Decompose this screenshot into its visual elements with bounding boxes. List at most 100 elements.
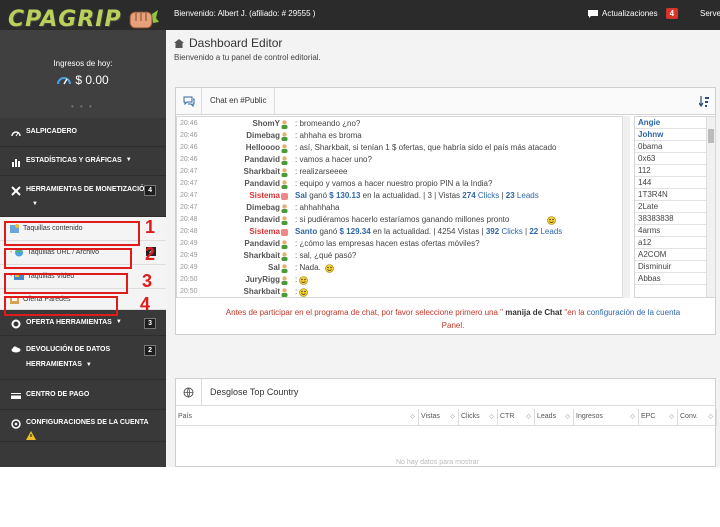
user-list-item[interactable]: 144 [635, 177, 715, 189]
sort-arrows-icon[interactable]: ◇ [489, 409, 494, 425]
user-list-item[interactable]: 0x63 [635, 153, 715, 165]
sort-arrows-icon[interactable]: ◇ [526, 409, 531, 425]
system-fragment: 23 [505, 191, 515, 200]
account-settings-link[interactable]: configuración de la cuenta [587, 308, 680, 317]
message-user[interactable]: ShomY [252, 119, 280, 128]
user-list-item[interactable]: 4arms [635, 225, 715, 237]
message-user[interactable]: Sharkbait [244, 287, 280, 296]
page-subtitle: Bienvenido a tu panel de control editori… [174, 53, 321, 62]
message-text: Sal ganó $ 130.13 en la actualidad. | 3 … [295, 191, 539, 200]
user-list-item[interactable]: 2Late [635, 201, 715, 213]
sort-arrows-icon[interactable]: ◇ [450, 409, 455, 425]
user-avatar-icon [281, 240, 288, 249]
user-list-item[interactable]: Abbas [635, 273, 715, 285]
user-list-item[interactable]: 0bama [635, 141, 715, 153]
user-list-item[interactable]: a12 [635, 237, 715, 249]
chevron-down-icon: ▼ [85, 362, 92, 368]
column-header[interactable]: CTR ◇ [498, 409, 535, 426]
chat-message: 20:48 Sistema Santo ganó $ 129.34 en la ac… [177, 227, 623, 239]
sort-arrows-icon[interactable]: ◇ [410, 409, 415, 425]
column-label: Conv. [680, 413, 698, 420]
message-user[interactable]: Pandavid [244, 215, 280, 224]
sidebar-item-stats[interactable]: ESTADÍSTICAS Y GRÁFICAS ▼ [0, 147, 166, 176]
column-header[interactable]: Clicks ◇ [459, 409, 498, 426]
sidebar-divider-dots: • • • [71, 102, 94, 111]
panel-title: Desglose Top Country [210, 387, 299, 397]
user-list-item[interactable]: Angie [635, 117, 715, 129]
message-text: : vamos a hacer uno? [295, 155, 372, 164]
chat-log-scrollbar[interactable] [622, 116, 630, 298]
sort-arrows-icon[interactable]: ◇ [630, 409, 635, 425]
column-header[interactable]: EPC ◇ [639, 409, 678, 426]
message-user[interactable]: Sharkbait [244, 251, 280, 260]
annotation-box-4 [4, 296, 118, 316]
sidebar-item-account-settings[interactable]: CONFIGURACIONES DE LA CUENTA [0, 410, 166, 442]
message-user[interactable]: Helloooo [246, 143, 280, 152]
updates-button[interactable]: Actualizaciones 4 [588, 8, 679, 19]
sidebar-item-postback[interactable]: DEVOLUCIÓN DE DATOS HERRAMIENTAS ▼ 2 [0, 336, 166, 380]
sort-arrows-icon[interactable]: ◇ [708, 409, 713, 425]
message-user[interactable]: Sharkbait [244, 167, 280, 176]
emoji-icon [299, 276, 308, 285]
system-fragment: $ 129.34 [339, 227, 371, 236]
system-fragment: | [501, 191, 504, 200]
column-label: Leads [537, 413, 557, 420]
user-list-item[interactable]: Johnw [635, 129, 715, 141]
user-list[interactable]: Angie Johnw 0bama 0x63 112 144 1T3R4N 2Late 3838… [634, 116, 716, 298]
message-text: : Nada. [295, 263, 321, 272]
user-avatar-icon [281, 288, 288, 297]
sidebar-item-payment[interactable]: CENTRO DE PAGO [0, 380, 166, 410]
server-menu[interactable]: Server [700, 9, 720, 18]
no-data-text: No hay datos para mostrar [396, 459, 479, 466]
sort-arrows-icon[interactable]: ◇ [669, 409, 674, 425]
tab-chat-public[interactable]: Chat en #Public [202, 88, 276, 114]
message-user[interactable]: Dimebag [246, 203, 280, 212]
emoji-icon [547, 216, 556, 225]
sidebar-item-dashboard[interactable]: SALPICADERO [0, 118, 166, 147]
sidebar-item-monetization[interactable]: HERRAMIENTAS DE MONETIZACIÓN 4 ▼ [0, 176, 166, 217]
chat-header: Chat en #Public [176, 88, 715, 115]
message-time: 20:46 [180, 120, 198, 127]
system-fragment: ganó [319, 227, 338, 236]
message-text: : [295, 287, 298, 296]
message-user[interactable]: Sistema [249, 191, 280, 200]
cloud-icon [11, 346, 21, 353]
scroll-thumb[interactable] [708, 129, 714, 143]
bar-chart-icon [12, 159, 20, 167]
column-header[interactable]: Leads ◇ [535, 409, 574, 426]
message-time: 20:46 [180, 156, 198, 163]
message-user[interactable]: JuryRigg [245, 275, 280, 284]
message-text: : equipo y vamos a hacer nuestro propio … [295, 179, 493, 188]
chat-panel: Chat en #Public 20:46 ShomY: bromeando ¿n… [175, 87, 716, 335]
chat-log[interactable]: 20:46 ShomY: bromeando ¿no? 20:46 Dimebag: … [176, 116, 624, 298]
message-user[interactable]: Dimebag [246, 131, 280, 140]
message-user[interactable]: Sistema [249, 227, 280, 236]
column-header[interactable]: Vistas ◇ [419, 409, 459, 426]
column-header[interactable]: País ◇ [176, 409, 419, 426]
column-header[interactable]: Ingresos ◇ [574, 409, 639, 426]
user-list-item[interactable]: 112 [635, 165, 715, 177]
column-header[interactable]: Conv. ◇ [678, 409, 717, 426]
user-list-scrollbar[interactable] [706, 117, 715, 297]
chat-message: 20:49 Pandavid: ¿cómo las empresas hacen … [177, 239, 623, 251]
system-fragment: Leads [540, 227, 563, 236]
message-user[interactable]: Pandavid [244, 155, 280, 164]
chat-message: 20:47 Pandavid: equipo y vamos a hacer nu… [177, 179, 623, 191]
column-label: EPC [641, 413, 656, 420]
chat-message: 20:46 Helloooo: así, Sharkbait, si tenían… [177, 143, 623, 155]
annotation-number-1: 1 [145, 217, 156, 237]
user-avatar-icon [281, 276, 288, 285]
message-user[interactable]: Pandavid [244, 239, 280, 248]
user-list-item[interactable]: A2COM [635, 249, 715, 261]
message-text: : ahhaha es broma [295, 131, 362, 140]
message-time: 20:49 [180, 264, 198, 271]
sort-icon[interactable] [699, 96, 709, 107]
sort-arrows-icon[interactable]: ◇ [565, 409, 570, 425]
monetization-count-badge: 4 [144, 185, 156, 196]
emoji-icon [325, 264, 334, 273]
message-user[interactable]: Sal [268, 263, 280, 272]
user-list-item[interactable]: Disminuir [635, 261, 715, 273]
user-list-item[interactable]: 38383838 [635, 213, 715, 225]
user-list-item[interactable]: 1T3R4N [635, 189, 715, 201]
message-user[interactable]: Pandavid [244, 179, 280, 188]
